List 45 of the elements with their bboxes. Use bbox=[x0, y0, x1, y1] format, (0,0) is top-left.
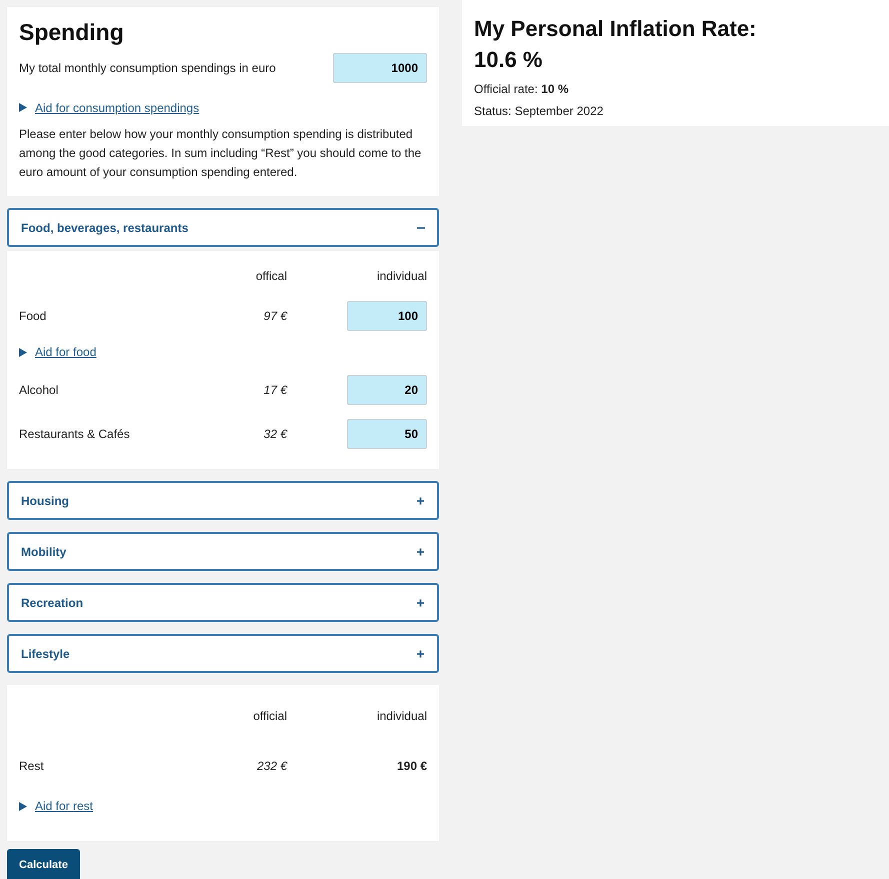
page-title: Spending bbox=[19, 19, 125, 47]
aid-link[interactable]: Aid for consumption spendings bbox=[35, 98, 200, 117]
plus-icon[interactable] bbox=[417, 650, 425, 658]
amount-field[interactable]: 100 bbox=[347, 301, 427, 332]
accordion-title: Lifestyle bbox=[21, 646, 70, 663]
calculate-button[interactable]: Calculate bbox=[7, 849, 80, 879]
triangle-icon[interactable] bbox=[19, 103, 27, 112]
official-rate-text: Official rate: 10 % bbox=[474, 80, 570, 98]
official-amount: 32 € bbox=[262, 426, 287, 444]
triangle-icon[interactable] bbox=[19, 348, 27, 357]
official-amount: 97 € bbox=[262, 308, 287, 326]
rate-value: 10.6 % bbox=[474, 46, 544, 74]
status-text: Status: September 2022 bbox=[474, 102, 604, 120]
column-header: official bbox=[252, 708, 287, 726]
accordion-header[interactable]: Housing bbox=[7, 481, 439, 520]
row-label: Food bbox=[19, 308, 48, 326]
accordion-title: Recreation bbox=[21, 594, 84, 612]
aid-link[interactable]: Aid for rest bbox=[35, 797, 94, 816]
accordion-header[interactable]: Lifestyle bbox=[7, 634, 439, 674]
instructions-text: Please enter below how your monthly consumption spending is distributed among the good categories. In sum including “Rest” you should come to the euro amount of your consumption spending entered. bbox=[19, 126, 422, 181]
accordion-header[interactable]: Recreation bbox=[7, 583, 439, 622]
field-label: My total monthly consumption spendings in euro bbox=[19, 60, 276, 77]
plus-icon[interactable] bbox=[417, 496, 425, 505]
amount-field[interactable]: 20 bbox=[347, 375, 427, 406]
accordion-header[interactable]: Food, beverages, restaurants bbox=[7, 208, 439, 248]
aid-link[interactable]: Aid for food bbox=[35, 343, 96, 362]
row-label: Alcohol bbox=[19, 382, 60, 400]
individual-amount: 190 € bbox=[396, 758, 427, 776]
amount-field[interactable]: 1000 bbox=[333, 52, 427, 83]
official-amount: 232 € bbox=[256, 758, 287, 776]
accordion-title: Food, beverages, restaurants bbox=[21, 220, 188, 237]
plus-icon[interactable] bbox=[417, 598, 425, 607]
official-amount: 17 € bbox=[262, 382, 287, 400]
accordion-title: Housing bbox=[21, 492, 69, 510]
column-header: individual bbox=[376, 708, 427, 726]
result-title: My Personal Inflation Rate: bbox=[474, 15, 758, 43]
accordion-title: Mobility bbox=[21, 544, 66, 561]
column-header: individual bbox=[376, 268, 427, 286]
row-label: Restaurants & Cafés bbox=[19, 426, 131, 444]
amount-field[interactable]: 50 bbox=[347, 419, 427, 450]
accordion-header[interactable]: Mobility bbox=[7, 532, 439, 572]
row-label: Rest bbox=[19, 758, 45, 776]
triangle-icon[interactable] bbox=[19, 802, 27, 811]
plus-icon[interactable] bbox=[417, 548, 425, 556]
column-header: offical bbox=[254, 268, 287, 286]
